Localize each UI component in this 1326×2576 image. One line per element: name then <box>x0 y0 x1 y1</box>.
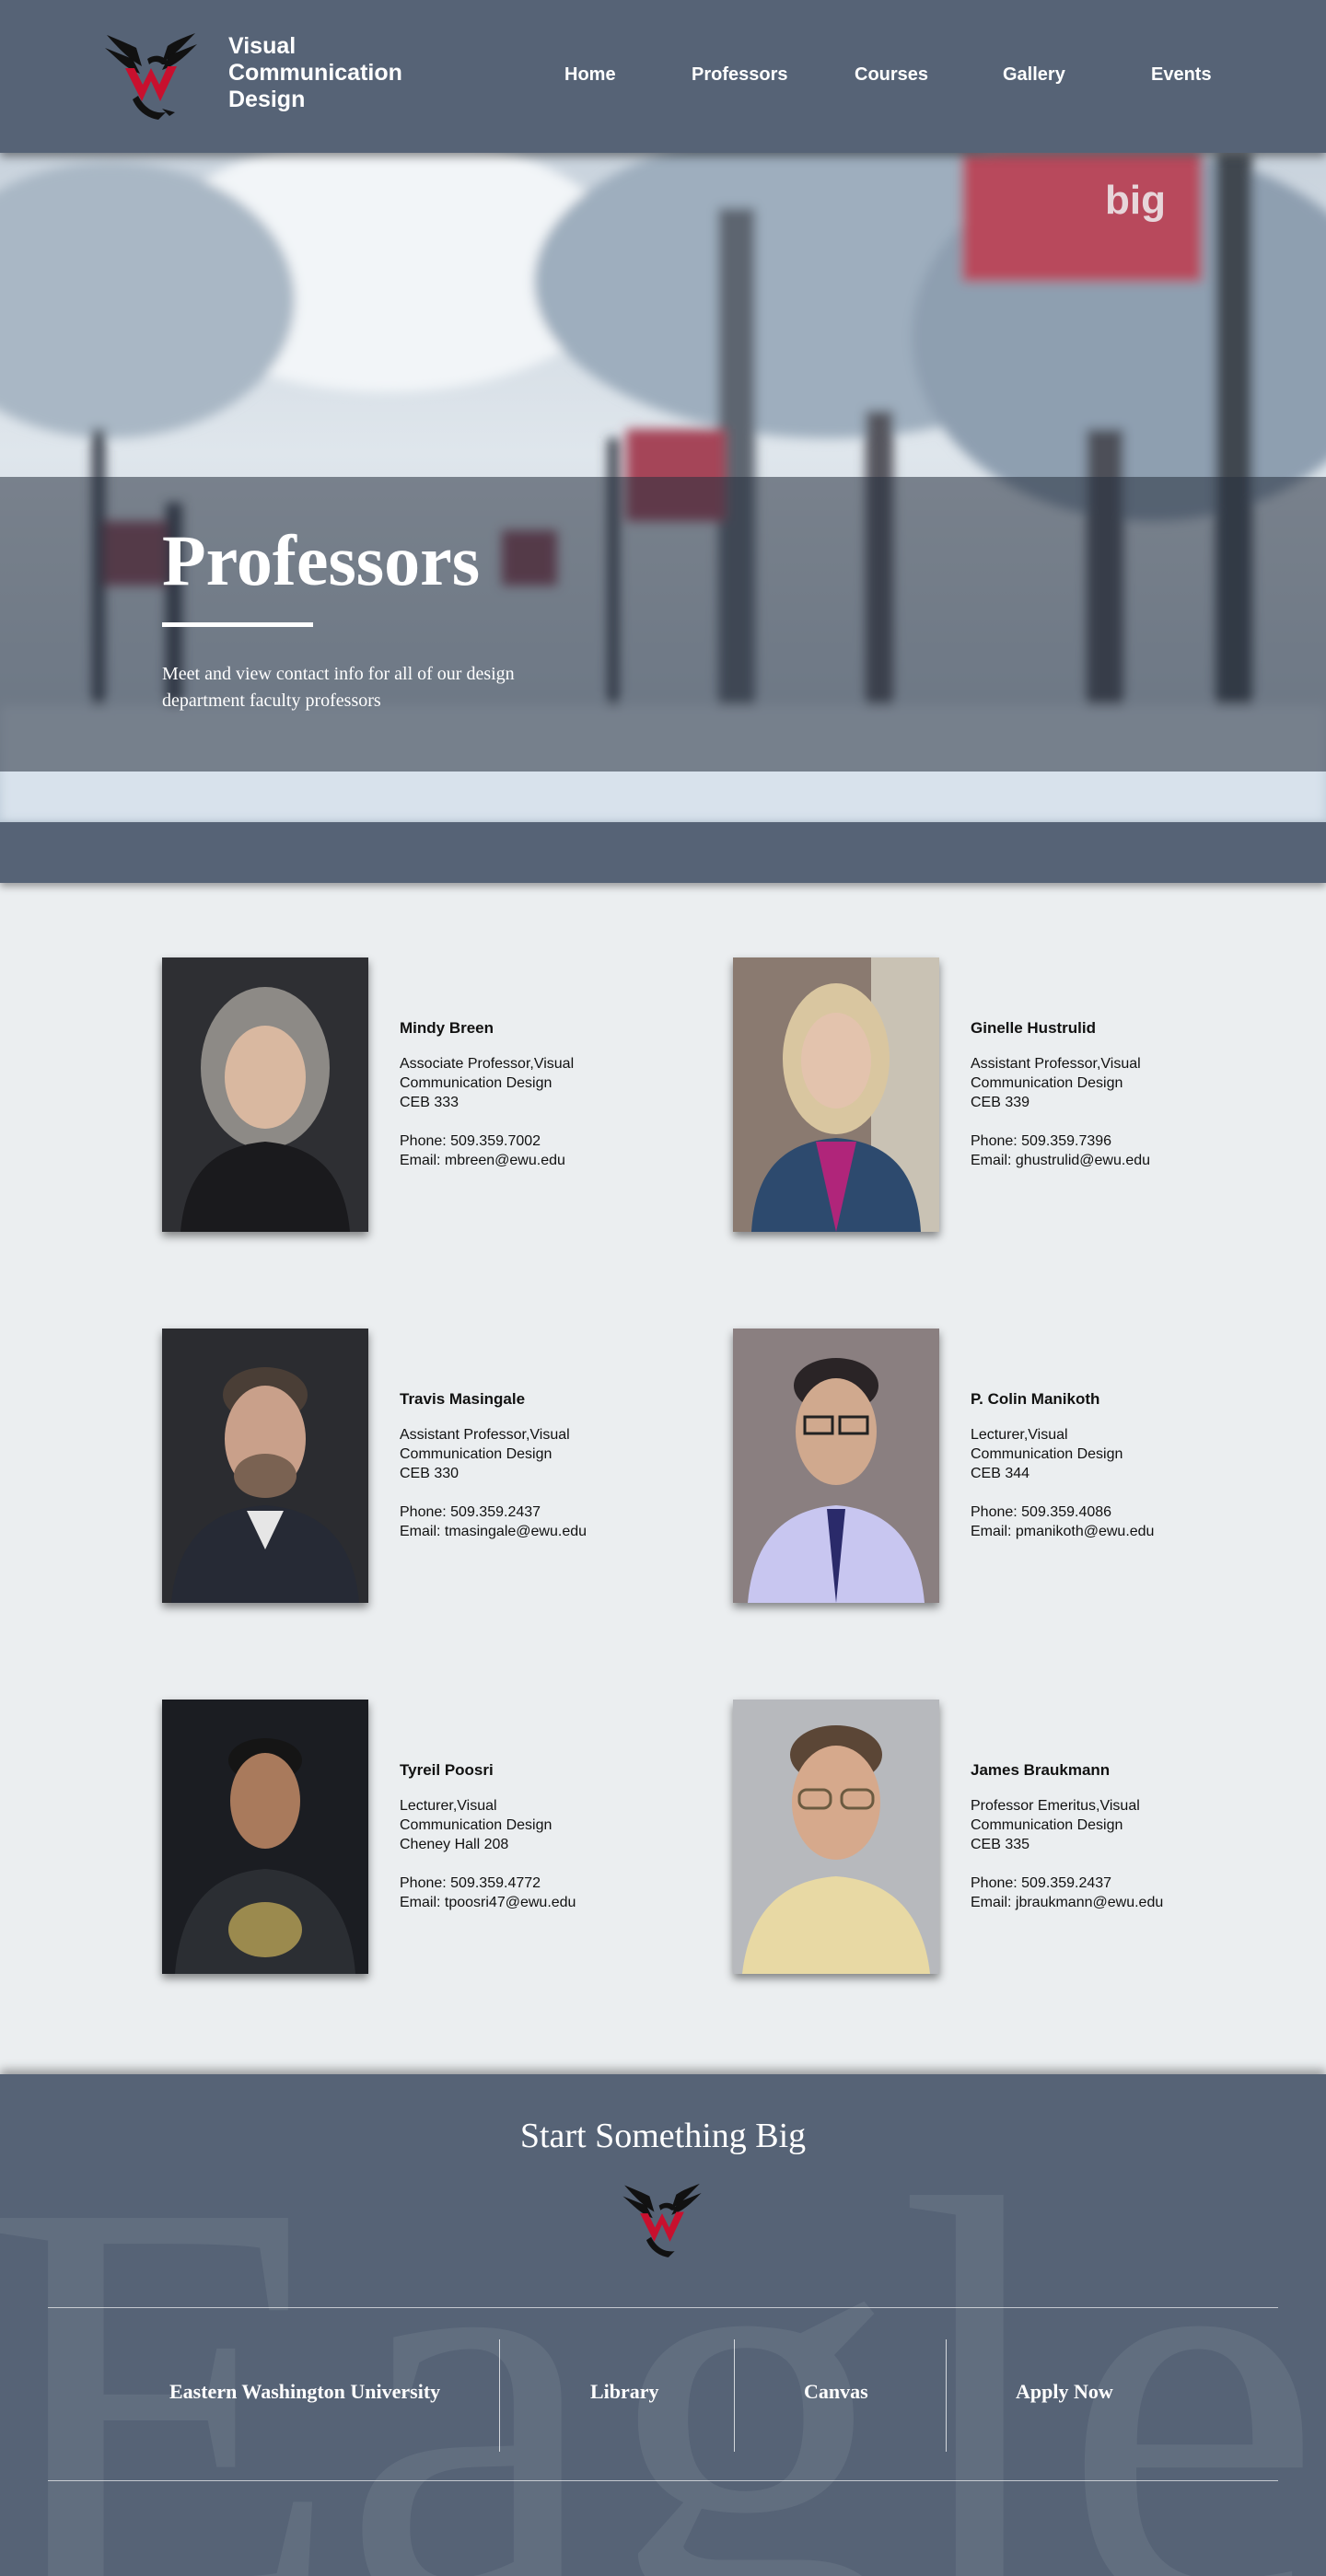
faculty-title: Communication Design <box>971 1817 1123 1833</box>
faculty-portrait <box>162 1329 368 1603</box>
title-underline <box>162 622 313 627</box>
faculty-office: CEB 344 <box>971 1466 1030 1481</box>
nav-professors[interactable]: Professors <box>692 64 788 86</box>
faculty-name: Tyreil Poosri <box>400 1761 494 1779</box>
faculty-card: Tyreil Poosri Lecturer,Visual Communicat… <box>162 1700 715 1976</box>
faculty-phone[interactable]: Phone: 509.359.2437 <box>400 1503 676 1522</box>
faculty-title: Assistant Professor,Visual <box>971 1056 1141 1072</box>
faculty-name: James Braukmann <box>971 1761 1111 1779</box>
hero-banner: big Professors Meet and view contact inf… <box>0 153 1326 822</box>
brand-line: Visual <box>228 33 297 59</box>
nav-events[interactable]: Events <box>1151 64 1212 86</box>
faculty-title: Communication Design <box>971 1446 1123 1462</box>
hero-sign-text: big <box>1105 178 1166 223</box>
page-title: Professors <box>162 520 481 600</box>
brand-line: Communication <box>228 60 402 86</box>
faculty-name: P. Colin Manikoth <box>971 1390 1100 1408</box>
faculty-office: CEB 339 <box>971 1095 1030 1110</box>
faculty-phone[interactable]: Phone: 509.359.7396 <box>971 1131 1247 1151</box>
footer-separator <box>499 2339 500 2452</box>
faculty-portrait <box>733 1329 939 1603</box>
footer-link-library[interactable]: Library <box>590 2380 659 2404</box>
faculty-name: Travis Masingale <box>400 1390 526 1408</box>
faculty-portrait <box>162 957 368 1232</box>
faculty-email[interactable]: Email: ghustrulid@ewu.edu <box>971 1151 1247 1170</box>
faculty-title: Lecturer,Visual <box>400 1798 497 1814</box>
footer-tagline: Start Something Big <box>519 2117 807 2155</box>
faculty-info: Tyreil Poosri Lecturer,Visual Communicat… <box>400 1760 676 1912</box>
faculty-card: Travis Masingale Assistant Professor,Vis… <box>162 1329 715 1605</box>
nav-home[interactable]: Home <box>564 64 616 86</box>
faculty-info: James Braukmann Professor Emeritus,Visua… <box>971 1760 1247 1912</box>
faculty-title: Communication Design <box>400 1446 552 1462</box>
faculty-title: Communication Design <box>400 1075 552 1091</box>
footer-separator <box>946 2339 947 2452</box>
faculty-email[interactable]: Email: pmanikoth@ewu.edu <box>971 1522 1247 1541</box>
main-nav: Home Professors Courses Gallery Events <box>525 64 1262 92</box>
faculty-office: CEB 335 <box>971 1837 1030 1852</box>
faculty-phone[interactable]: Phone: 509.359.4772 <box>400 1874 676 1893</box>
faculty-title: Communication Design <box>971 1075 1123 1091</box>
faculty-office: CEB 330 <box>400 1466 459 1481</box>
footer-watermark: Eagles <box>0 2080 1326 2576</box>
page-subtitle: Meet and view contact info for all of ou… <box>162 664 515 711</box>
faculty-info: P. Colin Manikoth Lecturer,Visual Commun… <box>971 1389 1247 1541</box>
faculty-portrait <box>162 1700 368 1974</box>
faculty-name: Mindy Breen <box>400 1019 494 1037</box>
hero-base-strip <box>0 822 1326 883</box>
footer-divider <box>48 2307 1278 2308</box>
faculty-name: Ginelle Hustrulid <box>971 1019 1097 1037</box>
site-header: Visual Communication Design Home Profess… <box>0 0 1326 153</box>
faculty-title: Lecturer,Visual <box>971 1427 1068 1443</box>
faculty-card: Mindy Breen Associate Professor,Visual C… <box>162 957 715 1234</box>
site-footer: Eagles Start Something Big Eastern Washi… <box>0 2074 1326 2576</box>
faculty-card: Ginelle Hustrulid Assistant Professor,Vi… <box>733 957 1285 1234</box>
faculty-email[interactable]: Email: jbraukmann@ewu.edu <box>971 1893 1247 1912</box>
eagle-logo-icon[interactable] <box>101 31 201 120</box>
footer-link-canvas[interactable]: Canvas <box>804 2380 868 2404</box>
faculty-portrait <box>733 1700 939 1974</box>
faculty-card: P. Colin Manikoth Lecturer,Visual Commun… <box>733 1329 1285 1605</box>
footer-link-apply[interactable]: Apply Now <box>1016 2380 1113 2404</box>
footer-divider <box>48 2480 1278 2481</box>
faculty-office: Cheney Hall 208 <box>400 1837 509 1852</box>
faculty-info: Mindy Breen Associate Professor,Visual C… <box>400 1018 676 1170</box>
footer-link-ewu[interactable]: Eastern Washington University <box>169 2380 440 2404</box>
faculty-portrait <box>733 957 939 1232</box>
faculty-email[interactable]: Email: tpoosri47@ewu.edu <box>400 1893 676 1912</box>
brand-line: Design <box>228 87 306 112</box>
faculty-title: Associate Professor,Visual <box>400 1056 575 1072</box>
faculty-info: Travis Masingale Assistant Professor,Vis… <box>400 1389 676 1541</box>
faculty-email[interactable]: Email: mbreen@ewu.edu <box>400 1151 676 1170</box>
nav-courses[interactable]: Courses <box>855 64 928 86</box>
faculty-title: Assistant Professor,Visual <box>400 1427 570 1443</box>
faculty-phone[interactable]: Phone: 509.359.4086 <box>971 1503 1247 1522</box>
site-brand[interactable]: Visual Communication Design <box>228 33 402 113</box>
faculty-email[interactable]: Email: tmasingale@ewu.edu <box>400 1522 676 1541</box>
faculty-title: Communication Design <box>400 1817 552 1833</box>
nav-gallery[interactable]: Gallery <box>1003 64 1065 86</box>
footer-separator <box>734 2339 735 2452</box>
eagle-logo-icon[interactable] <box>620 2182 704 2257</box>
faculty-title: Professor Emeritus,Visual <box>971 1798 1140 1814</box>
faculty-info: Ginelle Hustrulid Assistant Professor,Vi… <box>971 1018 1247 1170</box>
faculty-phone[interactable]: Phone: 509.359.7002 <box>400 1131 676 1151</box>
faculty-card: James Braukmann Professor Emeritus,Visua… <box>733 1700 1285 1976</box>
faculty-office: CEB 333 <box>400 1095 459 1110</box>
faculty-phone[interactable]: Phone: 509.359.2437 <box>971 1874 1247 1893</box>
